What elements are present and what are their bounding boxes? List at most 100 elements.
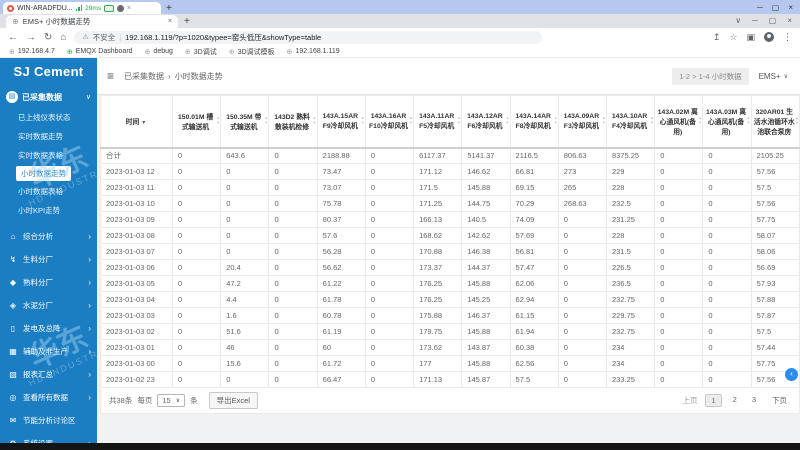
tab-search-chevron-icon[interactable]: ∨ <box>735 16 741 25</box>
sort-icon[interactable]: ▴ ▾ <box>554 116 556 125</box>
browser-minimize-button[interactable]: ─ <box>752 16 758 25</box>
sort-icon[interactable]: ▴ ▾ <box>265 116 267 125</box>
column-header[interactable]: 143A.09AR F3冷却风机 ▴ ▾ <box>557 95 607 149</box>
browser-active-tab[interactable]: ⊕ EMS+ 小时数据走势 × <box>6 15 178 28</box>
sidebar-item-chat[interactable]: ✉ 节能分析讨论区 <box>0 409 97 432</box>
next-page-button[interactable]: 下页 <box>768 394 791 407</box>
table-row: 2023-01-03 04 0 4.4 0 61.78 0 176.25 145.25 62.9… <box>100 291 800 308</box>
value-cell: 80.37 <box>316 211 366 228</box>
bookmark-item[interactable]: ⊕ 192.168.4.7 <box>9 48 55 56</box>
column-header[interactable]: 143A.12AR F6冷却风机 ▴ ▾ <box>461 95 511 149</box>
column-header[interactable]: 150.01M 槽式输送机 ▴ ▾ <box>171 95 222 149</box>
time-cell: 2023-01-03 01 <box>100 339 173 356</box>
column-header[interactable]: 143D2 熟料散装机检修 ▴ ▾ <box>268 95 318 149</box>
back-icon[interactable]: ← <box>8 32 18 43</box>
column-header[interactable]: 143A.15AR F9冷却风机 ▴ ▾ <box>316 95 366 149</box>
forward-icon[interactable]: → <box>26 32 36 43</box>
page-number-button[interactable]: 1 <box>705 394 722 407</box>
column-header[interactable]: 143A.10AR F4冷却风机 ▴ ▾ <box>605 95 656 149</box>
screen-record-icon[interactable] <box>104 4 115 12</box>
sort-icon[interactable]: ▴ ▾ <box>651 116 653 125</box>
url-input[interactable]: ⚠ 不安全 | 192.168.1.119/?p=1020&typee=窑头低压… <box>74 30 543 44</box>
sort-icon[interactable]: ▴ ▾ <box>747 116 749 125</box>
bookmark-star-icon[interactable]: ☆ <box>729 32 737 43</box>
close-tab-icon[interactable]: × <box>168 18 172 25</box>
column-header[interactable]: 143A.16AR F10冷却风机 ▴ ▾ <box>364 95 415 149</box>
bookmark-label: 192.168.1.119 <box>295 48 340 55</box>
remote-minimize-button[interactable]: ─ <box>757 3 763 12</box>
column-header-time[interactable]: 时间 ▾ <box>100 95 173 149</box>
sidebar-submenu-item[interactable]: 小时数据走势 <box>16 166 71 181</box>
sidebar-submenu-item[interactable]: 实时数据表格 <box>0 146 97 165</box>
value-cell: 173.37 <box>413 259 463 276</box>
browser-close-button[interactable]: × <box>787 16 792 25</box>
sidebar-submenu-item[interactable]: 实时数据走势 <box>0 127 97 146</box>
sidebar-item-report[interactable]: ▧ 报表汇总 › <box>0 363 97 386</box>
sidebar-group-collected-data[interactable]: ▤ 已采集数据 ∨ <box>0 86 97 108</box>
close-session-icon[interactable]: × <box>127 5 131 12</box>
value-cell: 0 <box>364 355 415 372</box>
new-session-button[interactable]: + <box>166 3 172 14</box>
sidebar-item-home[interactable]: ⌂ 综合分析 › <box>0 225 97 248</box>
remote-close-button[interactable]: × <box>788 3 793 12</box>
column-header[interactable]: 320AR01 生活水池循环水池联合泵房 ▴ ▾ <box>750 95 800 149</box>
user-dropdown[interactable]: EMS+ ∨ <box>759 72 790 81</box>
column-header[interactable]: 143A.02M 离心通风机(备用) ▴ ▾ <box>654 95 704 149</box>
scroll-left-float-button[interactable]: ‹ <box>785 368 798 381</box>
sort-icon[interactable]: ▴ ▾ <box>458 116 460 125</box>
bookmark-item[interactable]: ⊕ 192.168.1.119 <box>287 48 340 56</box>
prev-page-button[interactable]: 上页 <box>682 395 697 406</box>
sidebar-submenu-item[interactable]: 小时KPI走势 <box>0 201 97 220</box>
sidebar-item-search[interactable]: ◎ 查看所有数据 › <box>0 386 97 409</box>
sort-icon[interactable]: ▴ ▾ <box>362 116 364 125</box>
remote-session-tab[interactable]: WIN-ARADFDU... 29ms × <box>3 2 161 14</box>
app-logo: SJ Cement <box>13 64 84 79</box>
value-cell: 0 <box>364 179 415 196</box>
bookmark-item[interactable]: ⊕ EMQX Dashboard <box>67 48 133 56</box>
sort-icon[interactable]: ▴ ▾ <box>603 116 605 125</box>
sidebar-submenu-item[interactable]: 小时数据表格 <box>0 182 97 201</box>
sidebar-submenu-item[interactable]: 已上线仪表状态 <box>0 108 97 127</box>
bookmark-item[interactable]: ⊕ 3D调试 <box>185 47 217 57</box>
bookmark-item[interactable]: ⊕ 3D调试模板 <box>229 47 275 57</box>
profile-avatar[interactable] <box>764 32 774 42</box>
breadcrumb-parent[interactable]: 已采集数据 <box>124 71 164 82</box>
value-cell: 177 <box>413 355 463 372</box>
column-header[interactable]: 143A.03M 离心通风机(备用) ▴ ▾ <box>702 95 752 149</box>
home-icon[interactable]: ⌂ <box>60 32 66 43</box>
browser-menu-icon[interactable]: ⋮ <box>783 32 792 43</box>
page-size-select[interactable]: 15 ∨ <box>157 394 186 407</box>
sort-icon[interactable]: ▴ ▾ <box>506 116 508 125</box>
sidebar-item-power[interactable]: ▯ 发电及总降 › <box>0 317 97 340</box>
reload-icon[interactable]: ↻ <box>44 32 52 43</box>
side-panel-icon[interactable]: ▣ <box>746 32 755 43</box>
browser-maximize-button[interactable]: ▢ <box>769 16 777 25</box>
remote-maximize-button[interactable]: ▢ <box>772 3 780 12</box>
share-icon[interactable]: ↥ <box>713 32 721 43</box>
sidebar-item-drop[interactable]: ◆ 熟料分厂 › <box>0 271 97 294</box>
new-tab-button[interactable]: + <box>184 16 190 27</box>
value-cell: 0 <box>654 339 704 356</box>
export-excel-button[interactable]: 导出Excel <box>208 392 258 409</box>
sort-icon[interactable]: ▴ ▾ <box>699 116 701 125</box>
sort-icon[interactable]: ▴ ▾ <box>313 116 315 125</box>
value-cell: 0 <box>654 211 704 228</box>
value-cell: 6117.37 <box>413 147 463 164</box>
value-cell: 0 <box>702 227 752 244</box>
column-header[interactable]: 150.35M 带式输送机 ▴ ▾ <box>220 95 270 149</box>
sort-icon[interactable]: ▴ ▾ <box>410 116 412 125</box>
sidebar-item-gear[interactable]: ⚙系统设置› <box>0 432 97 443</box>
collapse-sidebar-icon[interactable]: ≡ <box>107 69 114 83</box>
sidebar-item-fan[interactable]: ◈ 水泥分厂 › <box>0 294 97 317</box>
page-number-button[interactable]: 3 <box>748 394 760 407</box>
bookmark-item[interactable]: ⊕ debug <box>145 48 173 56</box>
sort-icon[interactable]: ▴ ▾ <box>796 116 798 125</box>
sidebar-item-aux[interactable]: ▦ 辅助及非生产 › <box>0 340 97 363</box>
column-header[interactable]: 143A.14AR F8冷却风机 ▴ ▾ <box>509 95 559 149</box>
browser-address-bar: ← → ↻ ⌂ ⚠ 不安全 | 192.168.1.119/?p=1020&ty… <box>0 28 800 46</box>
camera-icon[interactable] <box>117 4 125 12</box>
page-number-button[interactable]: 2 <box>729 394 741 407</box>
sidebar-item-bolt[interactable]: ↯ 生料分厂 › <box>0 248 97 271</box>
sort-icon[interactable]: ▴ ▾ <box>217 116 219 125</box>
column-header[interactable]: 143A.11AR F5冷却风机 ▴ ▾ <box>413 95 463 149</box>
